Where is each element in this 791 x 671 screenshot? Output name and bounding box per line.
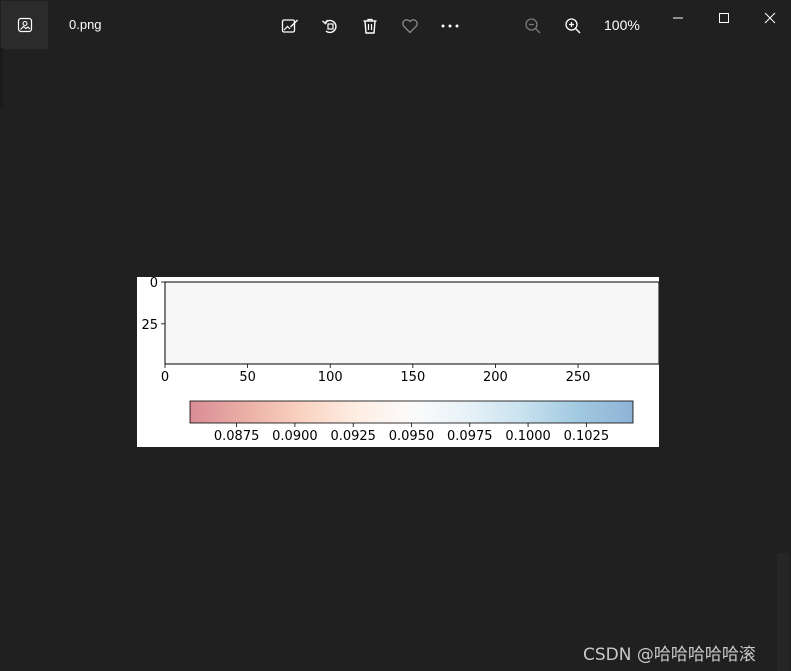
- colorbar-tick-label: 0.0950: [389, 429, 435, 444]
- delete-button[interactable]: [356, 12, 384, 40]
- zoom-out-button[interactable]: [519, 12, 547, 40]
- zoom-level[interactable]: 100%: [604, 17, 640, 33]
- file-name: 0.png: [69, 17, 102, 32]
- more-icon: [441, 24, 459, 28]
- rotate-icon: [322, 19, 337, 34]
- heatmap-figure: 0 50 100 150 200 250 0 25 0.0875 0.0900 0.0925 0.09…: [141, 277, 659, 444]
- displayed-image: 0 50 100 150 200 250 0 25 0.0875 0.0900 0.0925 0.09…: [137, 277, 659, 447]
- maximize-icon: [719, 13, 729, 23]
- colorbar-tick-label: 0.1025: [564, 429, 610, 444]
- window-edge: [0, 48, 3, 108]
- title-bar: 0.png 100%: [0, 0, 791, 49]
- colorbar-tick-label: 0.0975: [447, 429, 493, 444]
- photos-app-icon: [17, 17, 32, 33]
- edit-image-button[interactable]: [276, 12, 304, 40]
- scrollbar[interactable]: [777, 553, 789, 671]
- edit-image-icon: [281, 19, 298, 33]
- y-tick-label: 25: [141, 318, 158, 333]
- zoom-out-icon: [525, 18, 541, 34]
- favorite-icon: [402, 19, 418, 34]
- x-tick-label: 50: [239, 370, 256, 385]
- y-tick-label: 0: [150, 277, 158, 291]
- photos-app-window: 0.png 100% 0 50 100 150 200 250 0 25 0.0…: [0, 0, 791, 671]
- x-tick-label: 100: [318, 370, 343, 385]
- watermark-text: CSDN @哈哈哈哈哈滚: [583, 645, 756, 665]
- zoom-in-button[interactable]: [559, 12, 587, 40]
- app-icon-button[interactable]: [1, 1, 48, 49]
- colorbar-gradient: [190, 401, 633, 423]
- more-options-button[interactable]: [436, 12, 464, 40]
- heatmap-field: [165, 282, 659, 364]
- x-tick-label: 200: [483, 370, 508, 385]
- colorbar-tick-label: 0.0875: [214, 429, 260, 444]
- x-tick-label: 0: [161, 370, 169, 385]
- x-tick-label: 250: [566, 370, 591, 385]
- close-icon: [764, 12, 776, 24]
- colorbar-tick-label: 0.0925: [330, 429, 376, 444]
- rotate-button[interactable]: [316, 12, 344, 40]
- x-tick-label: 150: [400, 370, 425, 385]
- delete-icon: [363, 18, 377, 34]
- minimize-button[interactable]: [663, 5, 693, 31]
- maximize-button[interactable]: [709, 5, 739, 31]
- favorite-button[interactable]: [396, 12, 424, 40]
- colorbar-tick-label: 0.1000: [505, 429, 551, 444]
- close-button[interactable]: [755, 5, 785, 31]
- zoom-in-icon: [565, 18, 581, 34]
- colorbar-tick-label: 0.0900: [272, 429, 318, 444]
- minimize-icon: [673, 17, 683, 19]
